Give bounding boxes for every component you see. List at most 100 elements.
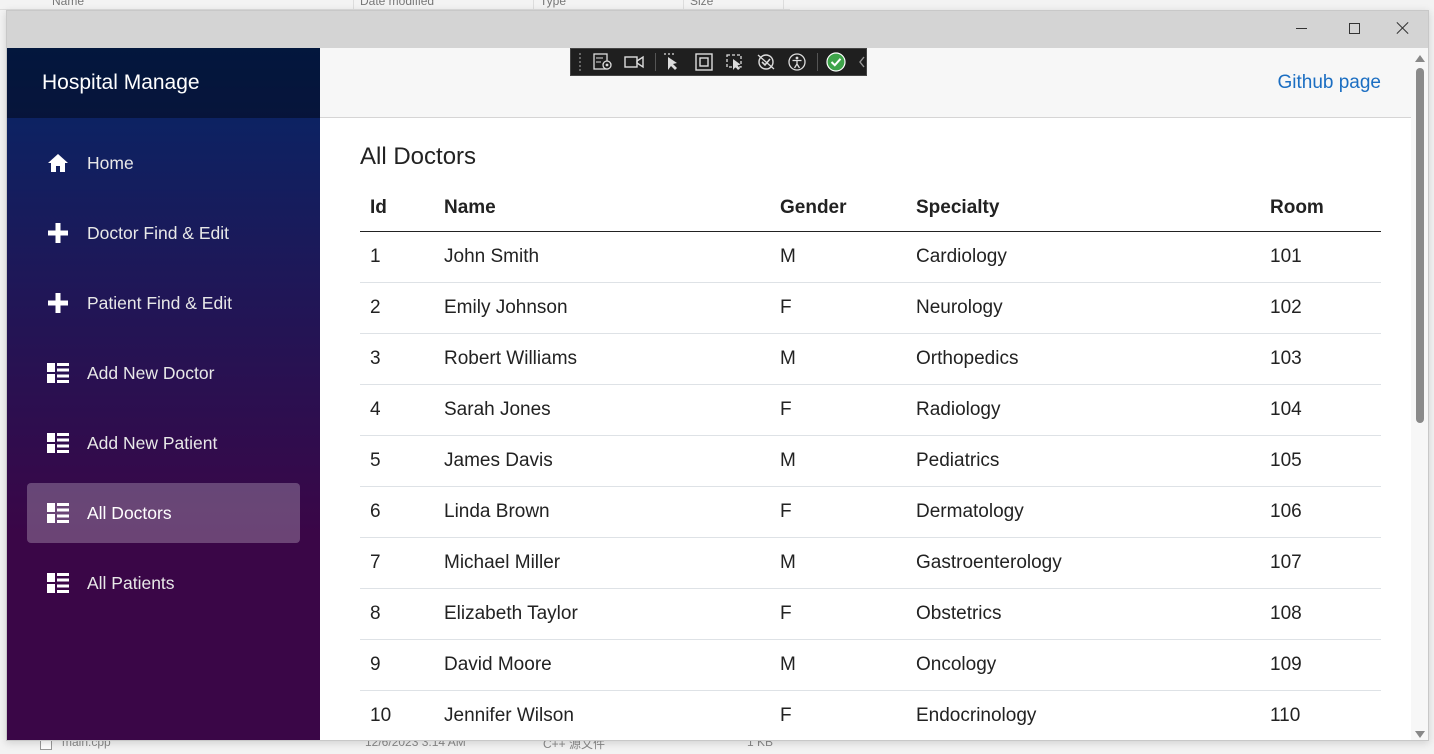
accessibility-icon[interactable] xyxy=(787,53,806,71)
live-visual-tree-icon[interactable] xyxy=(592,53,613,71)
sidebar-nav: Home Doctor Find & Edit Patient Find & E… xyxy=(7,118,320,613)
scrollbar-thumb[interactable] xyxy=(1416,68,1424,423)
sidebar-item-patient-find-edit[interactable]: Patient Find & Edit xyxy=(27,273,300,333)
cell-name: James Davis xyxy=(434,435,770,487)
table-row: 5 James Davis M Pediatrics 105 xyxy=(360,435,1381,487)
toolbar-grip-icon[interactable] xyxy=(579,53,585,71)
cell-specialty: Obstetrics xyxy=(906,588,1260,640)
column-header-specialty: Specialty xyxy=(906,185,1260,232)
cell-name: Jennifer Wilson xyxy=(434,690,770,740)
plus-icon xyxy=(47,222,69,244)
cell-id: 4 xyxy=(360,384,434,436)
binding-failures-icon[interactable] xyxy=(756,53,776,71)
vertical-scrollbar[interactable] xyxy=(1411,48,1428,740)
cell-room: 101 xyxy=(1260,231,1381,283)
github-page-link[interactable]: Github page xyxy=(1277,72,1381,94)
sidebar-item-all-doctors[interactable]: All Doctors xyxy=(27,483,300,543)
cell-gender: F xyxy=(770,486,906,538)
table-row: 8 Elizabeth Taylor F Obstetrics 108 xyxy=(360,588,1381,640)
table-row: 10 Jennifer Wilson F Endocrinology 110 xyxy=(360,690,1381,740)
bg-col-divider xyxy=(353,0,354,10)
cell-room: 110 xyxy=(1260,690,1381,740)
column-header-room: Room xyxy=(1260,185,1381,232)
sidebar-item-all-patients[interactable]: All Patients xyxy=(27,553,300,613)
list-icon xyxy=(47,362,69,384)
cell-gender: M xyxy=(770,537,906,589)
table-row: 7 Michael Miller M Gastroenterology 107 xyxy=(360,537,1381,589)
sidebar-item-label: All Doctors xyxy=(87,502,172,523)
cell-room: 106 xyxy=(1260,486,1381,538)
table-row: 9 David Moore M Oncology 109 xyxy=(360,639,1381,691)
scroll-down-arrow-icon[interactable] xyxy=(1415,731,1425,738)
cell-specialty: Gastroenterology xyxy=(906,537,1260,589)
cell-specialty: Dermatology xyxy=(906,486,1260,538)
home-icon xyxy=(47,152,69,174)
minimize-icon xyxy=(1295,27,1307,29)
select-element-icon[interactable] xyxy=(663,53,683,71)
cell-room: 108 xyxy=(1260,588,1381,640)
adorner-icon[interactable] xyxy=(694,53,713,71)
table-row: 1 John Smith M Cardiology 101 xyxy=(360,231,1381,283)
cell-room: 109 xyxy=(1260,639,1381,691)
cell-id: 6 xyxy=(360,486,434,538)
maximize-icon xyxy=(1348,22,1360,34)
bg-col-name: Name xyxy=(52,0,85,8)
cell-id: 3 xyxy=(360,333,434,385)
cell-id: 5 xyxy=(360,435,434,487)
maximize-button[interactable] xyxy=(1330,11,1378,45)
cell-specialty: Orthopedics xyxy=(906,333,1260,385)
app-brand[interactable]: Hospital Manage xyxy=(7,48,320,118)
page-content: All Doctors Id Name Gender Specialty Roo… xyxy=(360,143,1381,740)
sidebar-item-label: Add New Patient xyxy=(87,432,218,453)
cell-name: David Moore xyxy=(434,639,770,691)
cell-specialty: Oncology xyxy=(906,639,1260,691)
table-row: 2 Emily Johnson F Neurology 102 xyxy=(360,282,1381,334)
sidebar-item-add-new-doctor[interactable]: Add New Doctor xyxy=(27,343,300,403)
sidebar-item-doctor-find-edit[interactable]: Doctor Find & Edit xyxy=(27,203,300,263)
table-row: 6 Linda Brown F Dermatology 106 xyxy=(360,486,1381,538)
cell-room: 103 xyxy=(1260,333,1381,385)
cell-id: 9 xyxy=(360,639,434,691)
bg-col-divider xyxy=(783,0,784,10)
cell-specialty: Pediatrics xyxy=(906,435,1260,487)
table-header-row: Id Name Gender Specialty Room xyxy=(360,185,1381,232)
list-icon xyxy=(47,432,69,454)
bg-col-date: Date modified xyxy=(360,0,435,8)
title-bar[interactable] xyxy=(7,11,1428,48)
close-button[interactable] xyxy=(1379,11,1427,45)
list-icon xyxy=(47,502,69,524)
cell-id: 7 xyxy=(360,537,434,589)
cell-name: Linda Brown xyxy=(434,486,770,538)
column-header-id: Id xyxy=(360,185,434,232)
cell-name: Michael Miller xyxy=(434,537,770,589)
bg-col-type: Type xyxy=(540,0,567,8)
cell-id: 2 xyxy=(360,282,434,334)
scroll-up-arrow-icon[interactable] xyxy=(1415,55,1425,62)
sidebar-item-label: Home xyxy=(87,152,134,173)
sidebar-item-label: Patient Find & Edit xyxy=(87,292,232,313)
sidebar-item-home[interactable]: Home xyxy=(27,133,300,193)
track-focus-icon[interactable] xyxy=(725,53,745,71)
table-row: 3 Robert Williams M Orthopedics 103 xyxy=(360,333,1381,385)
cell-gender: M xyxy=(770,435,906,487)
cell-room: 107 xyxy=(1260,537,1381,589)
sidebar-item-add-new-patient[interactable]: Add New Patient xyxy=(27,413,300,473)
cell-specialty: Radiology xyxy=(906,384,1260,436)
plus-icon xyxy=(47,292,69,314)
close-icon xyxy=(1396,21,1410,35)
cell-name: Emily Johnson xyxy=(434,282,770,334)
main-area: Github page All Doctors Id Name Gender S… xyxy=(320,48,1411,740)
minimize-button[interactable] xyxy=(1277,11,1325,45)
cell-specialty: Endocrinology xyxy=(906,690,1260,740)
cell-specialty: Cardiology xyxy=(906,231,1260,283)
doctors-table: Id Name Gender Specialty Room 1 John Smi… xyxy=(360,185,1381,740)
sidebar-item-label: Add New Doctor xyxy=(87,362,215,383)
checkmark-icon[interactable] xyxy=(826,52,846,72)
background-header: Name Date modified Type Size xyxy=(0,0,790,10)
page-title: All Doctors xyxy=(360,143,477,170)
collapse-chevron-icon[interactable] xyxy=(857,53,866,71)
toolbar-separator xyxy=(654,53,656,71)
camera-icon[interactable] xyxy=(623,53,644,71)
table-row: 4 Sarah Jones F Radiology 104 xyxy=(360,384,1381,436)
column-header-name: Name xyxy=(434,185,770,232)
